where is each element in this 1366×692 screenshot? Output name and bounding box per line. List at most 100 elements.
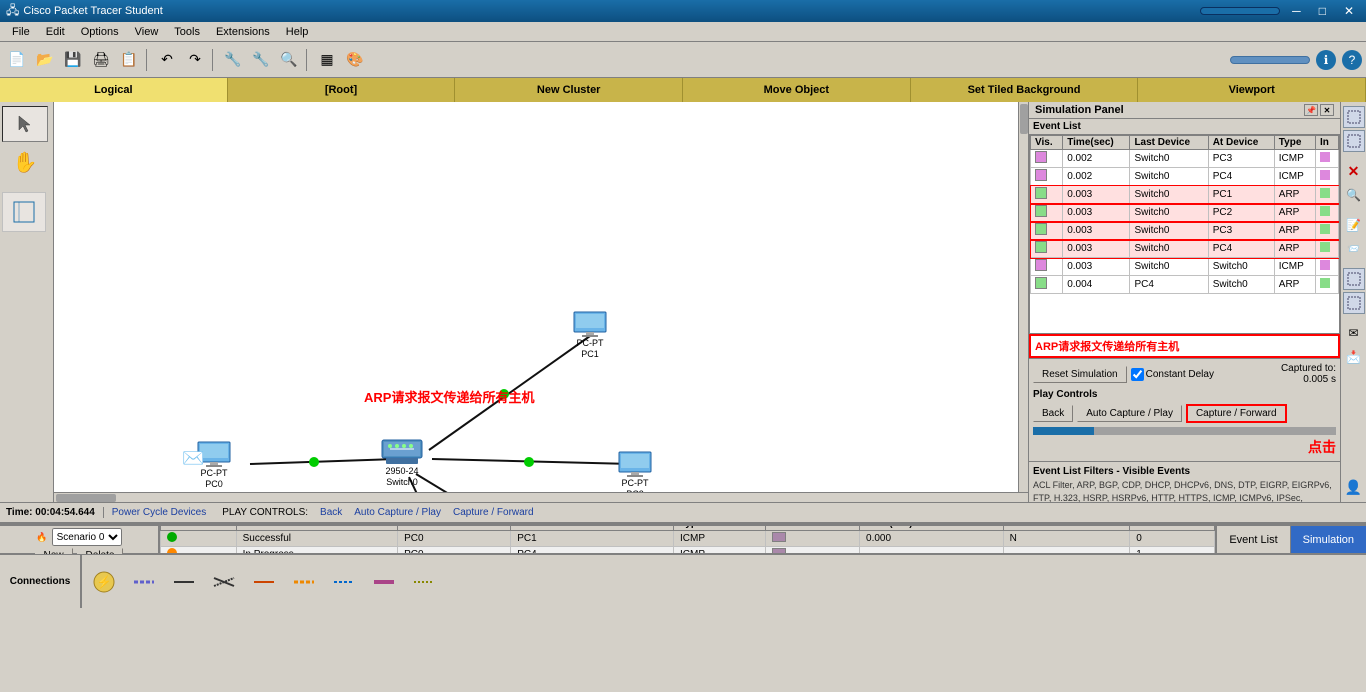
- rt-select[interactable]: [1343, 106, 1365, 128]
- ev-type: ARP: [1274, 240, 1315, 258]
- device-toolbar: Connections ⚡: [0, 554, 1366, 608]
- device-pc1[interactable]: PC-PTPC1: [572, 310, 608, 360]
- back-btn[interactable]: Back: [1033, 405, 1073, 422]
- tb-print[interactable]: 🖨: [88, 47, 114, 73]
- device-item-fiber[interactable]: [246, 560, 282, 604]
- ev-in: [1315, 258, 1338, 276]
- nav-viewport[interactable]: Viewport: [1138, 78, 1366, 102]
- nav-move-object-label: Move Object: [764, 84, 829, 96]
- device-switch0[interactable]: 2950-24Switch0: [380, 432, 424, 488]
- reset-simulation-btn[interactable]: Reset Simulation: [1033, 366, 1127, 383]
- tb-adjust[interactable]: 🔧: [248, 47, 274, 73]
- device-item-usb[interactable]: [406, 560, 442, 604]
- tb-save[interactable]: 💾: [60, 47, 86, 73]
- tb-search[interactable]: 🔧: [220, 47, 246, 73]
- tb-grid[interactable]: ▦: [314, 47, 340, 73]
- fire-row[interactable]: Successful PC0 PC1 ICMP 0.000 N 0: [161, 531, 1215, 547]
- constant-delay-checkbox[interactable]: [1131, 368, 1144, 381]
- menu-extensions[interactable]: Extensions: [208, 25, 278, 39]
- serial-icon: [290, 568, 318, 596]
- tab-simulation[interactable]: Simulation: [1290, 526, 1366, 553]
- fr-fire[interactable]: [161, 531, 237, 547]
- nav-root[interactable]: [Root]: [228, 78, 456, 102]
- tb-open[interactable]: 📂: [32, 47, 58, 73]
- network-canvas[interactable]: ✉️ PC-PTPC0 PC-PTPC1 PC-PTPC2: [54, 102, 1028, 502]
- menu-help[interactable]: Help: [278, 25, 317, 39]
- rt-note[interactable]: 📝: [1343, 214, 1365, 236]
- device-item-cross[interactable]: [206, 560, 242, 604]
- zoom-slider[interactable]: [1230, 56, 1310, 64]
- tb-new[interactable]: 📄: [4, 47, 30, 73]
- canvas-scrollbar-v[interactable]: [1018, 102, 1028, 502]
- tb-redo[interactable]: ↷: [182, 47, 208, 73]
- device-item-straight[interactable]: [166, 560, 202, 604]
- menu-edit[interactable]: Edit: [38, 25, 73, 39]
- fire-dot[interactable]: [167, 532, 177, 542]
- device-item-console[interactable]: [126, 560, 162, 604]
- fr-color: [765, 531, 859, 547]
- restore-btn[interactable]: □: [1313, 4, 1332, 18]
- close-btn[interactable]: ✕: [1338, 4, 1360, 18]
- power-cycle-btn[interactable]: Power Cycle Devices: [112, 507, 206, 518]
- event-row[interactable]: 0.002 Switch0 PC4 ICMP: [1031, 168, 1339, 186]
- capture-forward-btn[interactable]: Capture / Forward: [1186, 404, 1287, 423]
- event-row[interactable]: 0.003 Switch0 PC2 ARP: [1031, 204, 1339, 222]
- tb-palette[interactable]: 🎨: [342, 47, 368, 73]
- rt-delete[interactable]: ✕: [1343, 160, 1365, 182]
- tab-event-list[interactable]: Event List: [1216, 526, 1289, 553]
- sim-panel-titlebar: Simulation Panel 📌 ✕: [1029, 102, 1340, 119]
- menu-file[interactable]: File: [4, 25, 38, 39]
- tool-move[interactable]: ✋: [2, 144, 48, 180]
- auto-capture-btn[interactable]: Auto Capture / Play: [1077, 405, 1182, 422]
- statusbar-capture-btn[interactable]: Capture / Forward: [453, 507, 534, 518]
- event-row[interactable]: 0.003 Switch0 PC1 ARP: [1031, 186, 1339, 204]
- menu-view[interactable]: View: [127, 25, 167, 39]
- tb-zoom-in[interactable]: 🔍: [276, 47, 302, 73]
- event-row[interactable]: 0.004 PC4 Switch0 ARP: [1031, 276, 1339, 294]
- fire-dot[interactable]: [167, 548, 177, 553]
- minimize-btn[interactable]: ─: [1286, 4, 1307, 18]
- rt-pdu2[interactable]: 📩: [1343, 346, 1365, 368]
- menu-tools[interactable]: Tools: [166, 25, 208, 39]
- rt-search[interactable]: 🔍: [1343, 184, 1365, 206]
- event-row[interactable]: 0.003 Switch0 PC4 ARP: [1031, 240, 1339, 258]
- ev-last: Switch0: [1130, 186, 1208, 204]
- ev-in: [1315, 186, 1338, 204]
- tb-info[interactable]: ℹ: [1316, 50, 1336, 70]
- fr-fire[interactable]: [161, 547, 237, 554]
- device-item-coax[interactable]: [366, 560, 402, 604]
- sim-panel-pin[interactable]: 📌: [1304, 104, 1318, 116]
- menu-options[interactable]: Options: [73, 25, 127, 39]
- rt-pdu[interactable]: 📨: [1343, 238, 1365, 260]
- pc1-label: PC-PTPC1: [577, 338, 604, 360]
- tool-select[interactable]: [2, 106, 48, 142]
- rt-move[interactable]: [1343, 130, 1365, 152]
- event-row[interactable]: 0.003 Switch0 PC3 ARP: [1031, 222, 1339, 240]
- nav-new-cluster[interactable]: New Cluster: [455, 78, 683, 102]
- rt-user[interactable]: 👤: [1343, 476, 1365, 498]
- device-item-serial[interactable]: [286, 560, 322, 604]
- event-row[interactable]: 0.002 Switch0 PC3 ICMP: [1031, 150, 1339, 168]
- tb-undo[interactable]: ↶: [154, 47, 180, 73]
- device-item-phone[interactable]: [326, 560, 362, 604]
- fire-row[interactable]: In Progress PC0 PC4 ICMP 1: [161, 547, 1215, 554]
- tb-copy[interactable]: 📋: [116, 47, 142, 73]
- rt-sel2[interactable]: [1343, 268, 1365, 290]
- device-cat-connections[interactable]: Connections: [0, 560, 80, 604]
- event-list-container[interactable]: Vis. Time(sec) Last Device At Device Typ…: [1029, 134, 1340, 334]
- tb-help[interactable]: ?: [1342, 50, 1362, 70]
- scenario-select[interactable]: Scenario 0: [52, 528, 122, 546]
- rt-mail[interactable]: ✉: [1343, 322, 1365, 344]
- statusbar-back-btn[interactable]: Back: [320, 507, 342, 518]
- nav-move-object[interactable]: Move Object: [683, 78, 911, 102]
- device-item-auto[interactable]: ⚡: [86, 560, 122, 604]
- canvas-scrollbar-h[interactable]: [54, 492, 1028, 502]
- event-row[interactable]: 0.003 Switch0 Switch0 ICMP: [1031, 258, 1339, 276]
- nav-set-tiled-bg[interactable]: Set Tiled Background: [911, 78, 1139, 102]
- device-pc0[interactable]: ✉️ PC-PTPC0: [196, 440, 232, 490]
- sim-panel-close[interactable]: ✕: [1320, 104, 1334, 116]
- rt-sel3[interactable]: [1343, 292, 1365, 314]
- statusbar-auto-btn[interactable]: Auto Capture / Play: [354, 507, 441, 518]
- scenario-top: 🔥 Scenario 0: [36, 528, 121, 546]
- nav-logical[interactable]: Logical: [0, 78, 228, 102]
